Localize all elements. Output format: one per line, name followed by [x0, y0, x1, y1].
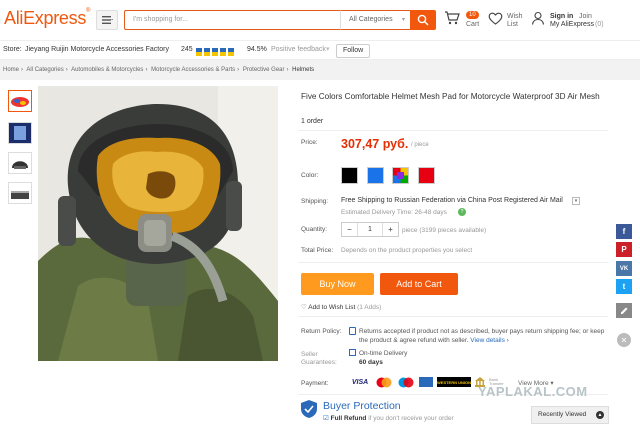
shipping-method: Free Shipping to Russian Federation via … [341, 197, 563, 204]
wish-list-label-2[interactable]: List [507, 21, 518, 29]
seller-guarantees-label-2: Guarantees: [301, 359, 337, 366]
hamburger-icon [101, 16, 113, 24]
breadcrumb-link[interactable]: Motorcycle Accessories & Parts [151, 67, 235, 73]
breadcrumb-link[interactable]: All Categories [26, 67, 63, 73]
quantity-increment-button[interactable]: + [383, 223, 398, 236]
quantity-decrement-button[interactable]: − [342, 223, 357, 236]
store-prefix: Store: [3, 46, 22, 53]
quantity-label: Quantity: [301, 226, 328, 233]
user-icon[interactable] [531, 11, 545, 25]
visa-icon: VISA [351, 378, 369, 386]
amex-icon [419, 377, 433, 387]
store-score: 245 [181, 46, 193, 53]
divider [298, 262, 608, 263]
vk-share-icon[interactable]: VK [616, 261, 632, 276]
my-aliexpress-count: (0) [595, 21, 604, 28]
divider [298, 316, 608, 317]
mastercard-icon [375, 377, 393, 387]
add-to-cart-button[interactable]: Add to Cart [380, 273, 458, 295]
top-header: AliExpress® I'm shopping for... All Cate… [0, 0, 640, 40]
shield-icon [301, 400, 317, 418]
total-price-label: Total Price: [301, 247, 334, 254]
on-time-delivery-days: 60 days [359, 359, 383, 366]
shipping-label: Shipping: [301, 198, 329, 205]
price-unit: / piece [411, 142, 429, 148]
price-label: Price: [301, 139, 318, 146]
return-policy-text: Returns accepted if product not as descr… [359, 328, 605, 344]
twitter-share-icon[interactable]: t [616, 279, 632, 294]
category-menu-button[interactable] [96, 10, 118, 30]
product-thumbnail[interactable] [8, 122, 32, 144]
breadcrumb-link[interactable]: Protective Gear [243, 67, 285, 73]
close-icon[interactable]: ✕ [617, 333, 631, 347]
feedback-label: Positive feedback [271, 46, 326, 53]
check-icon: ☑ [323, 415, 329, 422]
clock-icon [349, 349, 356, 356]
follow-button[interactable]: Follow [336, 44, 371, 58]
payment-label: Payment: [301, 380, 329, 387]
product-thumbnail[interactable] [8, 152, 32, 174]
feedback-percent: 94.5% [247, 46, 267, 53]
search-button[interactable] [410, 10, 436, 30]
color-swatch-red[interactable] [418, 167, 435, 184]
cart-label[interactable]: Cart [466, 21, 479, 29]
breadcrumb: Home › All Categories › Automobiles & Moto… [0, 60, 640, 80]
facebook-share-icon[interactable]: f [616, 224, 632, 239]
quantity-stepper: − 1 + [341, 222, 399, 237]
chevron-up-icon: ▲ [596, 411, 604, 419]
wish-list-label[interactable]: Wish [507, 13, 523, 21]
search-icon [417, 14, 429, 26]
maestro-icon [397, 377, 415, 387]
store-name-link[interactable]: Jieyang Ruijin Motorcycle Accessories Fa… [25, 41, 169, 59]
quantity-availability: piece (3199 pieces available) [402, 227, 487, 234]
watermark: YAPLAKAL.COM [478, 384, 588, 399]
buy-now-button[interactable]: Buy Now [301, 273, 374, 295]
edit-icon[interactable] [616, 303, 632, 318]
return-policy-label: Return Policy: [301, 328, 342, 335]
color-swatch-blue[interactable] [367, 167, 384, 184]
view-details-link[interactable]: View details [470, 337, 505, 344]
breadcrumb-link[interactable]: Automobiles & Motorcycles [71, 67, 143, 73]
cart-count-badge: 10 [466, 11, 479, 19]
buyer-protection-full-refund: ☑ Full Refund if you don't receive your … [323, 415, 454, 422]
chevron-down-icon: ▾ [401, 17, 405, 23]
aliexpress-logo[interactable]: AliExpress® [4, 8, 90, 29]
my-aliexpress-link[interactable]: My AliExpress [550, 21, 594, 29]
price-value: 307,47 руб. [341, 137, 409, 151]
store-bar: Store: Jieyang Ruijin Motorcycle Accesso… [0, 40, 640, 60]
chevron-down-icon[interactable]: ▾ [326, 41, 330, 59]
seller-guarantees-label: Seller [301, 351, 318, 358]
on-time-delivery: On-time Delivery [359, 350, 408, 357]
divider [298, 130, 608, 131]
join-link[interactable]: Join [579, 13, 592, 21]
cart-icon[interactable] [444, 11, 460, 25]
recently-viewed-toggle[interactable]: Recently Viewed ▲ [531, 406, 609, 424]
heart-icon[interactable] [488, 12, 503, 25]
western-union-icon: WESTERN UNION [437, 377, 471, 387]
product-title: Five Colors Comfortable Helmet Mesh Pad … [301, 92, 600, 101]
color-label: Color: [301, 172, 319, 179]
chevron-down-icon[interactable]: ▾ [572, 197, 580, 205]
delivery-time: Estimated Delivery Time: 26-48 days [341, 209, 447, 216]
buyer-protection-title[interactable]: Buyer Protection [323, 400, 401, 412]
help-icon[interactable]: ? [458, 208, 466, 216]
search-input[interactable]: I'm shopping for... [124, 10, 340, 30]
add-to-wish-list-link[interactable]: ♡ Add to Wish List (1 Adds) [301, 303, 381, 311]
main-product-image[interactable] [38, 86, 278, 361]
color-swatch-multi[interactable] [392, 167, 409, 184]
return-icon [349, 327, 356, 335]
order-count: 1 order [301, 118, 324, 125]
breadcrumb-link[interactable]: Home [3, 67, 19, 73]
total-price-note: Depends on the product properties you se… [341, 247, 473, 254]
breadcrumb-current: Helmets [292, 67, 315, 73]
pinterest-share-icon[interactable]: P [616, 242, 632, 257]
color-swatch-black[interactable] [341, 167, 358, 184]
search-category-select[interactable]: All Categories ▾ [340, 10, 410, 30]
quantity-input[interactable]: 1 [357, 223, 383, 236]
heart-icon: ♡ [301, 304, 307, 311]
sign-in-link[interactable]: Sign in [550, 13, 573, 21]
product-thumbnail[interactable] [8, 182, 32, 204]
product-thumbnail[interactable] [8, 90, 32, 112]
